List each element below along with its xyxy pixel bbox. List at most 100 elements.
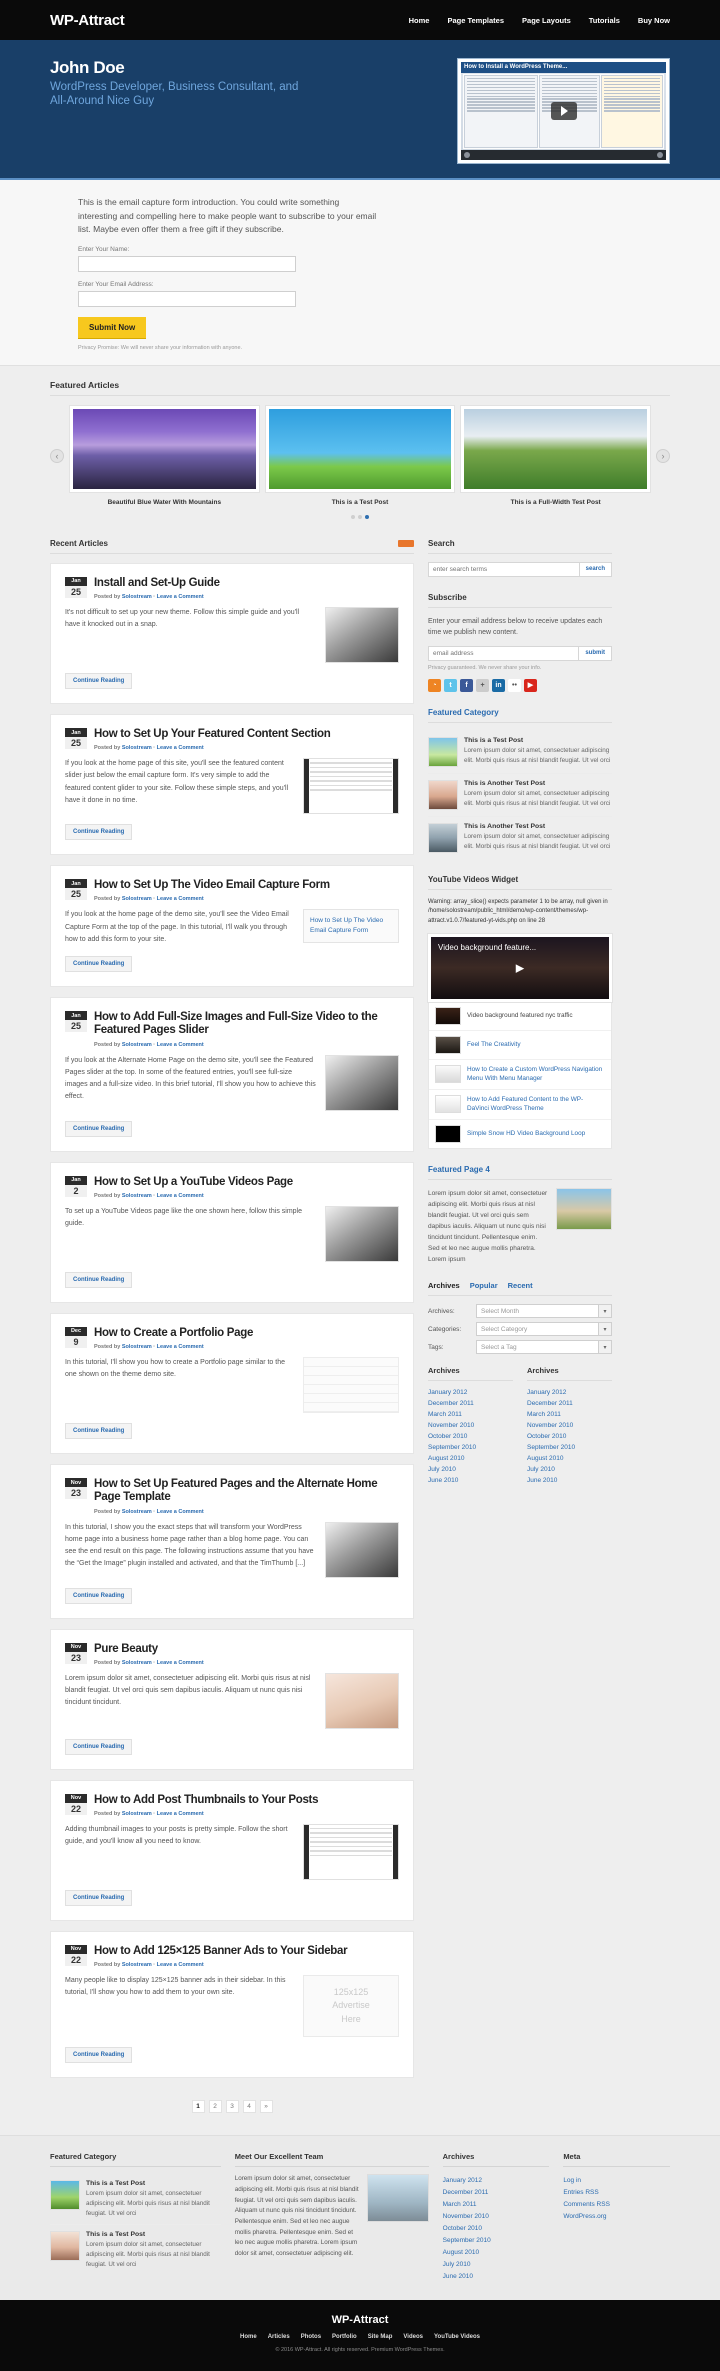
pagination-link[interactable]: 4: [242, 2100, 256, 2114]
select-dropdown[interactable]: Select Month ▾: [476, 1304, 612, 1319]
nav-item-tutorials[interactable]: Tutorials: [589, 16, 620, 25]
footer-nav-item-youtube-videos[interactable]: YouTube Videos: [434, 2334, 480, 2340]
name-input[interactable]: [78, 255, 296, 272]
leave-comment-link[interactable]: Leave a Comment: [157, 1509, 204, 1515]
archive-month-link[interactable]: October 2010: [527, 1431, 612, 1442]
footer-archive-link[interactable]: December 2011: [443, 2186, 550, 2198]
post-title[interactable]: Install and Set-Up Guide: [94, 577, 399, 590]
slide-caption[interactable]: This is a Test Post: [266, 499, 455, 506]
rss-icon[interactable]: [398, 539, 414, 547]
youtube-list-item[interactable]: How to Create a Custom WordPress Navigat…: [429, 1060, 611, 1090]
youtube-list-item[interactable]: Video background featured nyc traffic: [429, 1002, 611, 1031]
post-author-link[interactable]: Solostream: [122, 1193, 152, 1199]
carousel-next-icon[interactable]: ›: [656, 448, 670, 463]
post-thumbnail[interactable]: [303, 1823, 399, 1880]
archive-month-link[interactable]: November 2010: [428, 1420, 513, 1431]
continue-reading-button[interactable]: Continue Reading: [65, 2047, 133, 2064]
archive-month-link[interactable]: September 2010: [428, 1442, 513, 1453]
footer-meta-link[interactable]: Log in: [563, 2174, 670, 2186]
play-icon[interactable]: [550, 102, 577, 120]
archive-month-link[interactable]: June 2010: [527, 1475, 612, 1486]
post-author-link[interactable]: Solostream: [122, 1962, 152, 1968]
footer-archive-link[interactable]: September 2010: [443, 2234, 550, 2246]
search-button[interactable]: search: [579, 561, 612, 577]
nav-item-page-templates[interactable]: Page Templates: [447, 16, 504, 25]
pagination-link[interactable]: 1: [191, 2100, 205, 2114]
nav-item-buy-now[interactable]: Buy Now: [638, 16, 670, 25]
banner-ad-placeholder[interactable]: 125x125 Advertise Here: [303, 1975, 399, 2038]
video-title[interactable]: How to Add Featured Content to the WP-Da…: [467, 1095, 605, 1114]
continue-reading-button[interactable]: Continue Reading: [65, 1423, 133, 1440]
carousel-prev-icon[interactable]: ‹: [50, 448, 64, 463]
post-thumbnail[interactable]: [303, 758, 399, 815]
post-thumbnail[interactable]: [325, 607, 399, 663]
footer-archive-link[interactable]: August 2010: [443, 2246, 550, 2258]
pagination-link[interactable]: 3: [225, 2100, 239, 2114]
item-title[interactable]: This is a Test Post: [86, 2180, 221, 2187]
archive-month-link[interactable]: December 2011: [428, 1398, 513, 1409]
tab-recent[interactable]: Recent: [508, 1281, 533, 1290]
post-author-link[interactable]: Solostream: [122, 896, 152, 902]
subscribe-email-input[interactable]: [428, 645, 580, 661]
post-thumbnail[interactable]: [325, 1521, 399, 1578]
continue-reading-button[interactable]: Continue Reading: [65, 1738, 133, 1755]
continue-reading-button[interactable]: Continue Reading: [65, 824, 133, 841]
item-title[interactable]: This is a Test Post: [86, 2231, 221, 2238]
leave-comment-link[interactable]: Leave a Comment: [157, 1660, 204, 1666]
archive-month-link[interactable]: September 2010: [527, 1442, 612, 1453]
rss-icon[interactable]: ◔: [428, 678, 441, 692]
post-author-link[interactable]: Solostream: [122, 594, 152, 600]
post-title[interactable]: How to Add 125×125 Banner Ads to Your Si…: [94, 1945, 399, 1958]
archive-month-link[interactable]: November 2010: [527, 1420, 612, 1431]
footer-category-item[interactable]: This is a Test Post Lorem ipsum dolor si…: [50, 2174, 221, 2226]
slide-caption[interactable]: This is a Full-Width Test Post: [461, 499, 650, 506]
archive-month-link[interactable]: July 2010: [527, 1464, 612, 1475]
footer-meta-link[interactable]: WordPress.org: [563, 2210, 670, 2222]
leave-comment-link[interactable]: Leave a Comment: [157, 1962, 204, 1968]
hero-video-thumbnail[interactable]: How to Install a WordPress Theme...: [457, 58, 670, 164]
leave-comment-link[interactable]: Leave a Comment: [157, 896, 204, 902]
archive-month-link[interactable]: August 2010: [527, 1453, 612, 1464]
youtube-list-item[interactable]: Simple Snow HD Video Background Loop: [429, 1120, 611, 1148]
archive-month-link[interactable]: March 2011: [428, 1409, 513, 1420]
footer-archive-link[interactable]: January 2012: [443, 2174, 550, 2186]
pagination-link[interactable]: »: [259, 2100, 273, 2114]
featured-category-item[interactable]: This is Another Test Post Lorem ipsum do…: [428, 817, 612, 859]
archive-month-link[interactable]: July 2010: [428, 1464, 513, 1475]
post-related-link[interactable]: How to Set Up The Video Email Capture Fo…: [303, 909, 399, 943]
google-plus-icon[interactable]: +: [476, 678, 489, 692]
post-author-link[interactable]: Solostream: [122, 1509, 152, 1515]
post-title[interactable]: How to Add Post Thumbnails to Your Posts: [94, 1794, 399, 1807]
continue-reading-button[interactable]: Continue Reading: [65, 673, 133, 689]
pagination-link[interactable]: 2: [208, 2100, 222, 2114]
twitter-icon[interactable]: t: [444, 678, 457, 692]
nav-item-page-layouts[interactable]: Page Layouts: [522, 16, 571, 25]
video-title[interactable]: Video background featured nyc traffic: [467, 1011, 573, 1021]
footer-archive-link[interactable]: October 2010: [443, 2222, 550, 2234]
post-title[interactable]: How to Set Up Featured Pages and the Alt…: [94, 1478, 399, 1504]
leave-comment-link[interactable]: Leave a Comment: [157, 594, 204, 600]
carousel-dot[interactable]: [358, 514, 362, 519]
play-icon[interactable]: ▶: [516, 961, 524, 974]
archive-month-link[interactable]: March 2011: [527, 1409, 612, 1420]
post-title[interactable]: How to Set Up a YouTube Videos Page: [94, 1176, 399, 1189]
featured-category-item[interactable]: This is Another Test Post Lorem ipsum do…: [428, 774, 612, 817]
leave-comment-link[interactable]: Leave a Comment: [157, 1042, 204, 1048]
video-controls[interactable]: [461, 150, 666, 160]
item-title[interactable]: This is Another Test Post: [464, 823, 612, 830]
archive-month-link[interactable]: December 2011: [527, 1398, 612, 1409]
carousel-slide[interactable]: Beautiful Blue Water With Mountains: [70, 405, 259, 506]
carousel-dot[interactable]: [351, 514, 355, 519]
post-thumbnail[interactable]: [325, 1205, 399, 1262]
continue-reading-button[interactable]: Continue Reading: [65, 1271, 133, 1288]
youtube-featured-video[interactable]: Video background feature... ▶: [428, 933, 612, 1002]
footer-archive-link[interactable]: March 2011: [443, 2198, 550, 2210]
nav-item-home[interactable]: Home: [409, 16, 430, 25]
youtube-icon[interactable]: ▶: [524, 678, 537, 692]
post-thumbnail[interactable]: [325, 1672, 399, 1729]
submit-now-button[interactable]: Submit Now: [78, 316, 147, 338]
subscribe-submit-button[interactable]: submit: [579, 645, 612, 661]
carousel-slide[interactable]: This is a Full-Width Test Post: [461, 405, 651, 506]
post-title[interactable]: How to Set Up The Video Email Capture Fo…: [94, 879, 399, 892]
archive-month-link[interactable]: October 2010: [428, 1431, 513, 1442]
